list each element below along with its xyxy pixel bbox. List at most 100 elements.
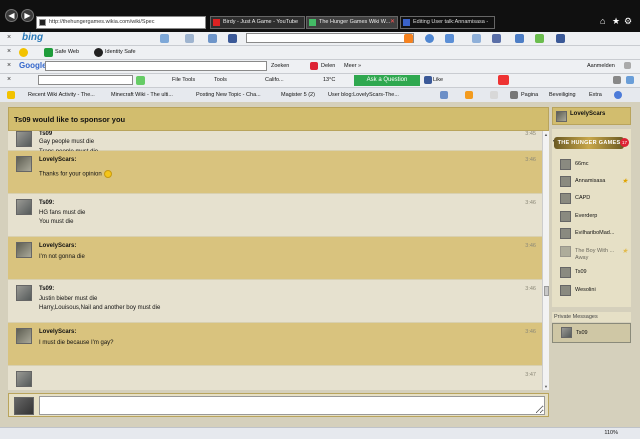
avatar[interactable] (16, 371, 32, 387)
toolbar-icon[interactable] (498, 75, 509, 85)
private-message-item[interactable]: Ts09 (552, 323, 631, 343)
status-bar: 110% (0, 427, 640, 439)
toolbar-icon[interactable] (136, 76, 145, 85)
self-user[interactable]: LovelyScars (552, 107, 631, 125)
tab-youtube[interactable]: Birdy - Just A Game - YouTube (210, 16, 305, 29)
scroll-down-icon[interactable]: ▼ (544, 384, 548, 389)
toolbar-icon[interactable] (492, 34, 501, 43)
file-tools-button[interactable]: File Tools (172, 77, 195, 83)
message-author[interactable]: Ts09: (39, 286, 54, 292)
close-toolbar-icon[interactable]: × (7, 48, 11, 55)
avatar[interactable] (16, 285, 32, 301)
tab-hunger-games-wiki[interactable]: The Hunger Games Wiki W... ✕ (306, 16, 398, 29)
message-author[interactable]: LovelyScars: (39, 243, 76, 249)
delen-button[interactable]: Delen (321, 63, 335, 69)
chat-message-input[interactable] (39, 396, 545, 415)
favorites-star-icon[interactable]: ★ (612, 16, 620, 27)
user-list-item[interactable]: Everderp (560, 210, 630, 224)
bing-search-input[interactable] (246, 33, 414, 43)
chat-page: Ts09 would like to sponsor you Ts09 Gay … (0, 102, 640, 427)
chat-log[interactable]: Ts09 Gay people must die Trans people mu… (8, 131, 542, 390)
toolbar-icon[interactable] (445, 34, 454, 43)
chat-message: 3:47 (8, 366, 542, 390)
user-list-item[interactable]: EvilhariboMad... (560, 227, 630, 241)
avatar[interactable] (16, 242, 32, 258)
safe-web-button[interactable]: Safe Web (55, 49, 79, 55)
toolbar-icon[interactable] (535, 34, 544, 43)
aanmelden-button[interactable]: Aanmelden (587, 63, 615, 69)
norton-icon[interactable] (19, 48, 28, 57)
wrench-icon[interactable] (613, 76, 621, 84)
room-logo[interactable]: THE HUNGER GAMES (554, 137, 624, 149)
zoeken-button[interactable]: Zoeken (271, 63, 289, 69)
close-tab-icon[interactable]: ✕ (390, 17, 395, 28)
message-time: 3:46 (525, 157, 536, 163)
facebook-icon[interactable] (556, 34, 565, 43)
toolbar-icon[interactable] (472, 34, 481, 43)
avatar[interactable] (16, 199, 32, 215)
favorite-link[interactable]: Magister 5 (2) (281, 92, 315, 98)
forward-button[interactable]: ▶ (21, 9, 34, 22)
ask-question-button[interactable]: Ask a Question (354, 75, 420, 86)
tab-editing-user-talk[interactable]: Editing User talk:Annamisasa - (400, 16, 495, 29)
favorite-link[interactable]: Posting New Topic - Cha... (196, 92, 261, 98)
favorites-star-icon[interactable] (7, 91, 15, 99)
meer-button[interactable]: Meer » (344, 63, 361, 69)
toolbar-icon[interactable] (425, 34, 434, 43)
user-name: Wesolini (575, 287, 596, 293)
add-icon[interactable] (626, 76, 634, 84)
scroll-up-icon[interactable]: ▲ (544, 132, 548, 137)
back-button[interactable]: ◀ (5, 9, 18, 22)
toolbar-icon[interactable] (515, 34, 524, 43)
message-author[interactable]: LovelyScars: (39, 329, 76, 335)
toolbar-search-input[interactable] (38, 75, 133, 85)
message-author[interactable]: Ts09: (39, 200, 54, 206)
like-button[interactable]: Like (433, 77, 443, 83)
chat-scrollbar[interactable]: ▲ ▼ (542, 131, 549, 390)
tab-label: Editing User talk:Annamisasa - (413, 19, 489, 25)
room-user-list: ▼ THE HUNGER GAMES 17 66mc Annamisasa★ C… (552, 129, 631, 307)
extra-menu[interactable]: Extra (589, 92, 602, 98)
google-search-input[interactable] (45, 61, 267, 71)
search-icon[interactable] (404, 34, 413, 43)
close-toolbar-icon[interactable]: × (7, 76, 11, 83)
page-menu[interactable]: Pagina (521, 92, 538, 98)
scrollbar-thumb[interactable] (544, 286, 549, 296)
mail-icon[interactable] (208, 34, 217, 43)
tools-button[interactable]: Tools (214, 77, 227, 83)
user-list-item[interactable]: Wesolini (560, 284, 630, 298)
user-list-item[interactable]: CAPD (560, 192, 630, 206)
message-author[interactable]: Ts09 (39, 131, 52, 137)
site-favicon (39, 19, 46, 26)
gear-icon[interactable]: ⚙ (624, 16, 632, 27)
avatar[interactable] (16, 328, 32, 344)
user-list-item[interactable]: Ts09 (560, 266, 630, 280)
message-author[interactable]: LovelyScars: (39, 157, 76, 163)
toolbar-icon[interactable] (185, 34, 194, 43)
avatar[interactable] (16, 156, 32, 172)
wrench-icon[interactable] (624, 62, 631, 69)
weather-city[interactable]: Califo... (265, 77, 284, 83)
favorite-link[interactable]: Minecraft Wiki - The ulti... (111, 92, 173, 98)
print-icon[interactable] (510, 91, 518, 99)
favorite-link[interactable]: Recent Wiki Activity - The... (28, 92, 95, 98)
rss-icon[interactable] (465, 91, 473, 99)
close-toolbar-icon[interactable]: × (7, 62, 11, 69)
user-list-item[interactable]: 66mc (560, 158, 630, 172)
user-list-item[interactable]: The Boy With ... Away ★ (560, 245, 630, 263)
avatar[interactable] (16, 131, 32, 147)
toolbar-icon[interactable] (160, 34, 169, 43)
zoom-level[interactable]: 110% (604, 430, 618, 436)
home-icon[interactable] (440, 91, 448, 99)
facebook-icon[interactable] (228, 34, 237, 43)
help-icon[interactable] (614, 91, 622, 99)
close-toolbar-icon[interactable]: × (7, 34, 11, 41)
mail-icon[interactable] (490, 91, 498, 99)
safety-menu[interactable]: Beveiliging (549, 92, 576, 98)
home-icon[interactable]: ⌂ (600, 16, 605, 26)
favorite-link[interactable]: User blog:LovelyScars-The... (328, 92, 399, 98)
address-bar[interactable]: http://thehungergames.wikia.com/wiki/Spe… (36, 16, 206, 29)
wiki-icon (403, 19, 410, 26)
identity-safe-button[interactable]: Identity Safe (105, 49, 136, 55)
user-list-item[interactable]: Annamisasa ★ (560, 175, 630, 189)
